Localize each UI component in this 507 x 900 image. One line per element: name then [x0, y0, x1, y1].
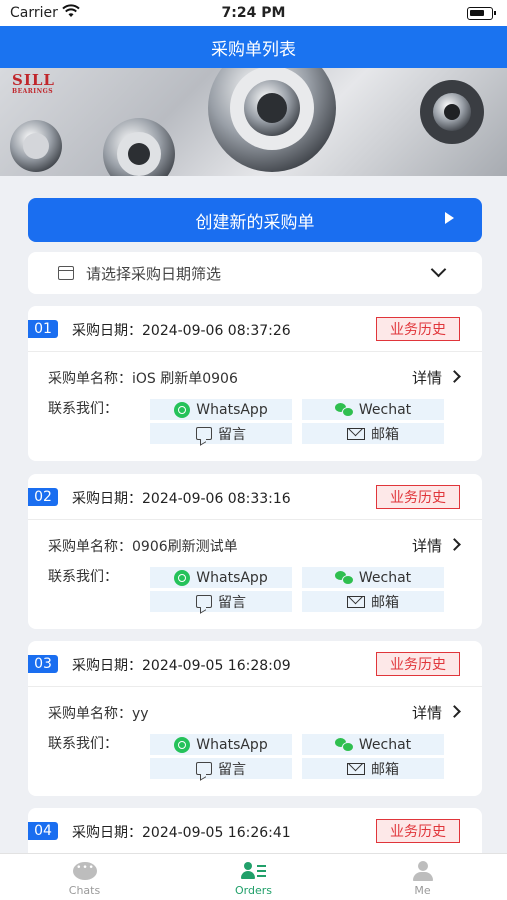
order-index: 01	[28, 320, 58, 338]
date-filter-placeholder: 请选择采购日期筛选	[86, 264, 222, 283]
wechat-button[interactable]: Wechat	[302, 567, 444, 588]
whatsapp-icon	[174, 401, 191, 418]
email-label: 邮箱	[371, 426, 399, 443]
order-card: 04 采购日期：2024-09-05 16:26:41 业务历史	[28, 808, 482, 853]
whatsapp-button[interactable]: WhatsApp	[150, 734, 292, 755]
chevron-right-icon[interactable]	[448, 370, 461, 383]
order-card-header: 03 采购日期：2024-09-05 16:28:09 业务历史	[28, 641, 482, 687]
mail-icon	[347, 595, 365, 608]
detail-link[interactable]: 详情	[412, 535, 442, 556]
order-date: 采购日期：2024-09-05 16:26:41	[72, 825, 291, 841]
banner-image: SILL BEARINGS	[0, 68, 507, 176]
business-history-button[interactable]: 业务历史	[376, 819, 460, 843]
message-icon	[196, 427, 212, 440]
email-button[interactable]: 邮箱	[302, 591, 444, 612]
message-icon	[196, 595, 212, 608]
status-bar: Carrier 7:24 PM	[0, 0, 507, 26]
calendar-icon	[58, 266, 74, 280]
page-title: 采购单列表	[211, 39, 296, 60]
wechat-icon	[334, 738, 354, 752]
detail-link[interactable]: 详情	[412, 367, 442, 388]
wechat-label: Wechat	[358, 401, 412, 418]
whatsapp-label: WhatsApp	[196, 569, 268, 586]
mail-icon	[347, 762, 365, 775]
contact-label: 联系我们：	[48, 736, 118, 752]
mail-icon	[347, 427, 365, 440]
whatsapp-button[interactable]: WhatsApp	[150, 567, 292, 588]
order-card: 01 采购日期：2024-09-06 08:37:26 业务历史 采购单名称：i…	[28, 306, 482, 461]
clock: 7:24 PM	[221, 5, 286, 21]
email-label: 邮箱	[371, 761, 399, 778]
whatsapp-icon	[174, 736, 191, 753]
business-history-button[interactable]: 业务历史	[376, 485, 460, 509]
tab-orders-label: Orders	[235, 884, 272, 897]
contact-label: 联系我们：	[48, 401, 118, 417]
order-date: 采购日期：2024-09-06 08:33:16	[72, 491, 291, 507]
profile-icon	[412, 860, 434, 882]
wechat-icon	[334, 403, 354, 417]
order-date: 采购日期：2024-09-05 16:28:09	[72, 658, 291, 674]
email-label: 邮箱	[371, 594, 399, 611]
create-order-button[interactable]: 创建新的采购单	[28, 198, 482, 242]
wechat-button[interactable]: Wechat	[302, 399, 444, 420]
message-label: 留言	[218, 594, 246, 611]
whatsapp-button[interactable]: WhatsApp	[150, 399, 292, 420]
bearings-illustration	[10, 68, 484, 176]
whatsapp-label: WhatsApp	[196, 401, 268, 418]
chevron-down-icon	[430, 261, 447, 278]
message-icon	[196, 762, 212, 775]
email-button[interactable]: 邮箱	[302, 423, 444, 444]
order-card-header: 02 采购日期：2024-09-06 08:33:16 业务历史	[28, 474, 482, 520]
tab-orders[interactable]: Orders	[169, 854, 338, 900]
detail-link[interactable]: 详情	[412, 702, 442, 723]
business-history-button[interactable]: 业务历史	[376, 317, 460, 341]
order-card: 02 采购日期：2024-09-06 08:33:16 业务历史 采购单名称：0…	[28, 474, 482, 629]
message-button[interactable]: 留言	[150, 423, 292, 444]
chevron-right-icon[interactable]	[448, 538, 461, 551]
order-name: 采购单名称：yy	[48, 706, 149, 722]
order-index: 04	[28, 822, 58, 840]
tab-me[interactable]: Me	[338, 854, 507, 900]
bottom-tab-bar: Chats Orders Me	[0, 853, 507, 900]
tab-chats[interactable]: Chats	[0, 854, 169, 900]
tab-chats-label: Chats	[68, 884, 101, 897]
tab-me-label: Me	[414, 884, 431, 897]
order-card: 03 采购日期：2024-09-05 16:28:09 业务历史 采购单名称：y…	[28, 641, 482, 796]
message-button[interactable]: 留言	[150, 591, 292, 612]
whatsapp-icon	[174, 569, 191, 586]
email-button[interactable]: 邮箱	[302, 758, 444, 779]
message-label: 留言	[218, 426, 246, 443]
date-filter-select[interactable]: 请选择采购日期筛选	[28, 252, 482, 294]
orders-icon	[240, 860, 267, 882]
order-card-header: 01 采购日期：2024-09-06 08:37:26 业务历史	[28, 306, 482, 352]
order-date: 采购日期：2024-09-06 08:37:26	[72, 323, 291, 339]
message-label: 留言	[218, 761, 246, 778]
wechat-icon	[334, 571, 354, 585]
chat-bubble-icon	[72, 860, 97, 882]
whatsapp-label: WhatsApp	[196, 736, 268, 753]
wechat-label: Wechat	[358, 569, 412, 586]
order-name: 采购单名称：iOS 刷新单0906	[48, 371, 238, 387]
page-title-bar: 采购单列表	[0, 26, 507, 68]
play-arrow-icon	[445, 212, 454, 224]
order-name: 采购单名称：0906刷新测试单	[48, 539, 238, 555]
message-button[interactable]: 留言	[150, 758, 292, 779]
business-history-button[interactable]: 业务历史	[376, 652, 460, 676]
wechat-button[interactable]: Wechat	[302, 734, 444, 755]
battery-icon	[467, 7, 496, 20]
chevron-right-icon[interactable]	[448, 705, 461, 718]
contact-label: 联系我们：	[48, 569, 118, 585]
order-card-header: 04 采购日期：2024-09-05 16:26:41 业务历史	[28, 808, 482, 853]
wechat-label: Wechat	[358, 736, 412, 753]
order-index: 03	[28, 655, 58, 673]
order-index: 02	[28, 488, 58, 506]
create-order-label: 创建新的采购单	[195, 212, 315, 233]
